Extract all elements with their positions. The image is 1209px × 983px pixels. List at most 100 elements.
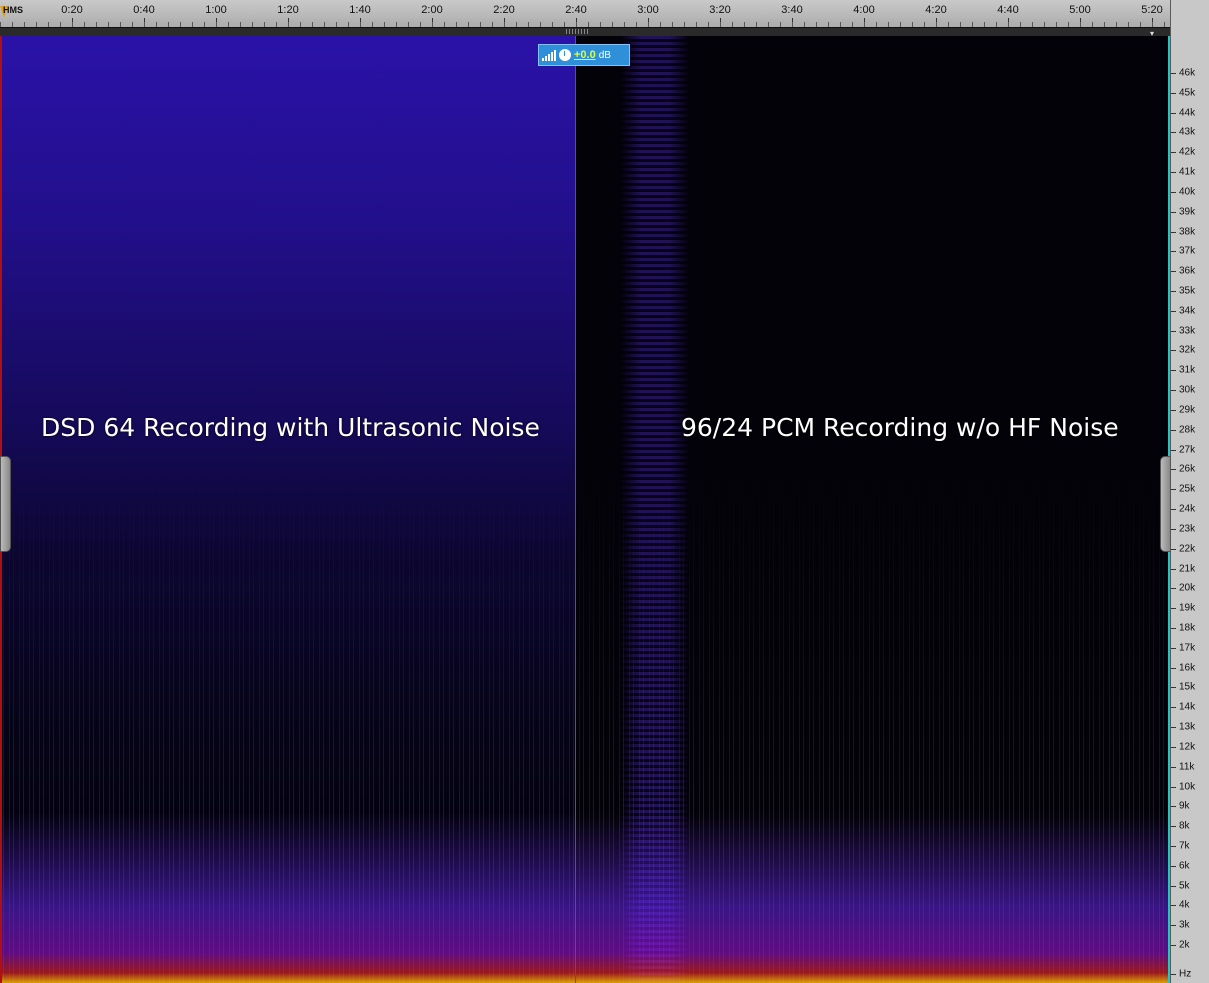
frequency-tick-label: 8k [1179,820,1190,832]
frequency-tick [1171,73,1176,74]
frequency-tick [1171,370,1176,372]
frequency-tick-label: 21k [1179,563,1196,574]
frequency-tick [1171,905,1176,907]
timeline-ruler[interactable]: HMS 0:20 0:40 1:00 1:20 1:40 2:00 2:20 2:40 3:00… [0,0,1170,38]
frequency-tick-label: 15k [1179,681,1196,693]
playback-cursor[interactable] [575,36,576,983]
scroll-grip[interactable] [566,29,588,34]
frequency-tick [1171,925,1176,927]
frequency-tick-label: 13k [1179,721,1196,733]
frequency-tick [1171,390,1176,392]
frequency-tick-label: 46k [1179,67,1196,79]
time-tick-label: 4:40 [997,4,1019,16]
frequency-tick-label: 24k [1179,503,1196,515]
time-tick-label: 3:40 [781,4,803,16]
frequency-tick-label: 25k [1179,483,1196,495]
frequency-tick-label: 12k [1179,741,1196,753]
frequency-tick [1171,172,1176,174]
horizontal-scrollbar[interactable]: ▾ [0,27,1170,38]
frequency-tick-label: 30k [1179,384,1196,396]
time-tick-label: 2:00 [421,4,443,16]
frequency-tick [1171,766,1176,768]
frequency-tick [1171,667,1176,669]
frequency-tick [1171,568,1176,570]
frequency-tick [1171,231,1176,233]
frequency-tick [1171,746,1176,748]
frequency-axis[interactable]: 46k 45k 44k 43k 42k 41k 40k 39k 38k 37k 36k 35k 34k 3… [1170,0,1209,983]
frequency-tick [1171,627,1176,629]
time-tick-label: 3:20 [709,4,731,16]
frequency-tick [1171,409,1176,411]
frequency-tick [1171,826,1176,828]
frequency-tick-label: 33k [1179,325,1196,337]
gain-value[interactable]: +0.0 [574,49,596,61]
time-tick-label: 4:00 [853,4,875,16]
frequency-tick-label: 5k [1179,880,1190,892]
frequency-tick-label: 38k [1179,226,1196,238]
frequency-tick-label: 41k [1179,166,1196,178]
frequency-tick [1171,786,1176,788]
frequency-tick [1171,211,1176,213]
frequency-tick [1171,528,1176,530]
frequency-tick [1171,885,1176,887]
time-tick-label: 4:20 [925,4,947,16]
frequency-tick [1171,251,1176,253]
time-unit-label: HMS [3,5,23,15]
frequency-tick [1171,489,1176,491]
gain-unit: dB [598,49,611,61]
frequency-tick-label: 45k [1179,87,1196,99]
right-resize-handle[interactable] [1160,456,1171,552]
frequency-tick-label: 39k [1179,206,1196,218]
frequency-tick [1171,271,1176,273]
time-tick-label: 1:40 [349,4,371,16]
left-resize-handle[interactable] [0,456,11,552]
frequency-tick [1171,974,1176,975]
frequency-tick-label: 19k [1179,602,1196,614]
frequency-tick [1171,845,1176,847]
frequency-tick [1171,350,1176,352]
frequency-tick [1171,92,1176,94]
signal-bars-icon[interactable] [542,49,556,61]
frequency-tick [1171,647,1176,649]
frequency-tick [1171,112,1176,114]
frequency-tick-label: 36k [1179,265,1196,277]
frequency-tick [1171,449,1176,451]
annotation-left: DSD 64 Recording with Ultrasonic Noise [41,413,540,442]
frequency-tick-label: 2k [1179,939,1190,951]
time-tick-label: 0:20 [61,4,83,16]
frequency-tick [1171,330,1176,332]
frequency-tick-label: 17k [1179,642,1196,654]
frequency-tick-label: 10k [1179,781,1196,793]
frequency-tick-label: 35k [1179,285,1196,297]
time-tick-label: 2:40 [565,4,587,16]
frequency-tick-label: Hz [1179,968,1192,980]
frequency-tick [1171,152,1176,154]
frequency-tick [1171,310,1176,312]
frequency-tick-label: 18k [1179,622,1196,634]
frequency-tick-label: 6k [1179,860,1190,872]
frequency-tick-label: 4k [1179,899,1190,911]
frequency-tick [1171,588,1176,590]
frequency-tick [1171,687,1176,689]
clock-icon[interactable] [559,49,571,61]
hud-gain-control[interactable]: +0.0 dB [538,44,630,66]
time-tick-label: 0:40 [133,4,155,16]
frequency-tick [1171,945,1176,947]
frequency-tick-label: 44k [1179,107,1196,119]
time-tick-label: 5:20 [1141,4,1163,16]
spectral-view[interactable]: +0.0 dB DSD 64 Recording with Ultrasonic… [0,36,1170,983]
time-tick-label: 3:00 [637,4,659,16]
frequency-tick [1171,806,1176,808]
frequency-tick [1171,727,1176,729]
frequency-labels: 46k 45k 44k 43k 42k 41k 40k 39k 38k 37k 36k 35k 34k 3… [1171,36,1209,983]
time-tick-label: 5:00 [1069,4,1091,16]
frequency-tick-label: 22k [1179,543,1196,555]
frequency-tick-label: 23k [1179,523,1196,535]
frequency-tick-label: 16k [1179,662,1196,674]
frequency-tick-label: 28k [1179,424,1196,436]
time-tick-label: 1:00 [205,4,227,16]
frequency-tick [1171,469,1176,471]
frequency-tick-label: 32k [1179,344,1196,356]
frequency-tick [1171,429,1176,431]
frequency-tick-label: 43k [1179,126,1196,138]
